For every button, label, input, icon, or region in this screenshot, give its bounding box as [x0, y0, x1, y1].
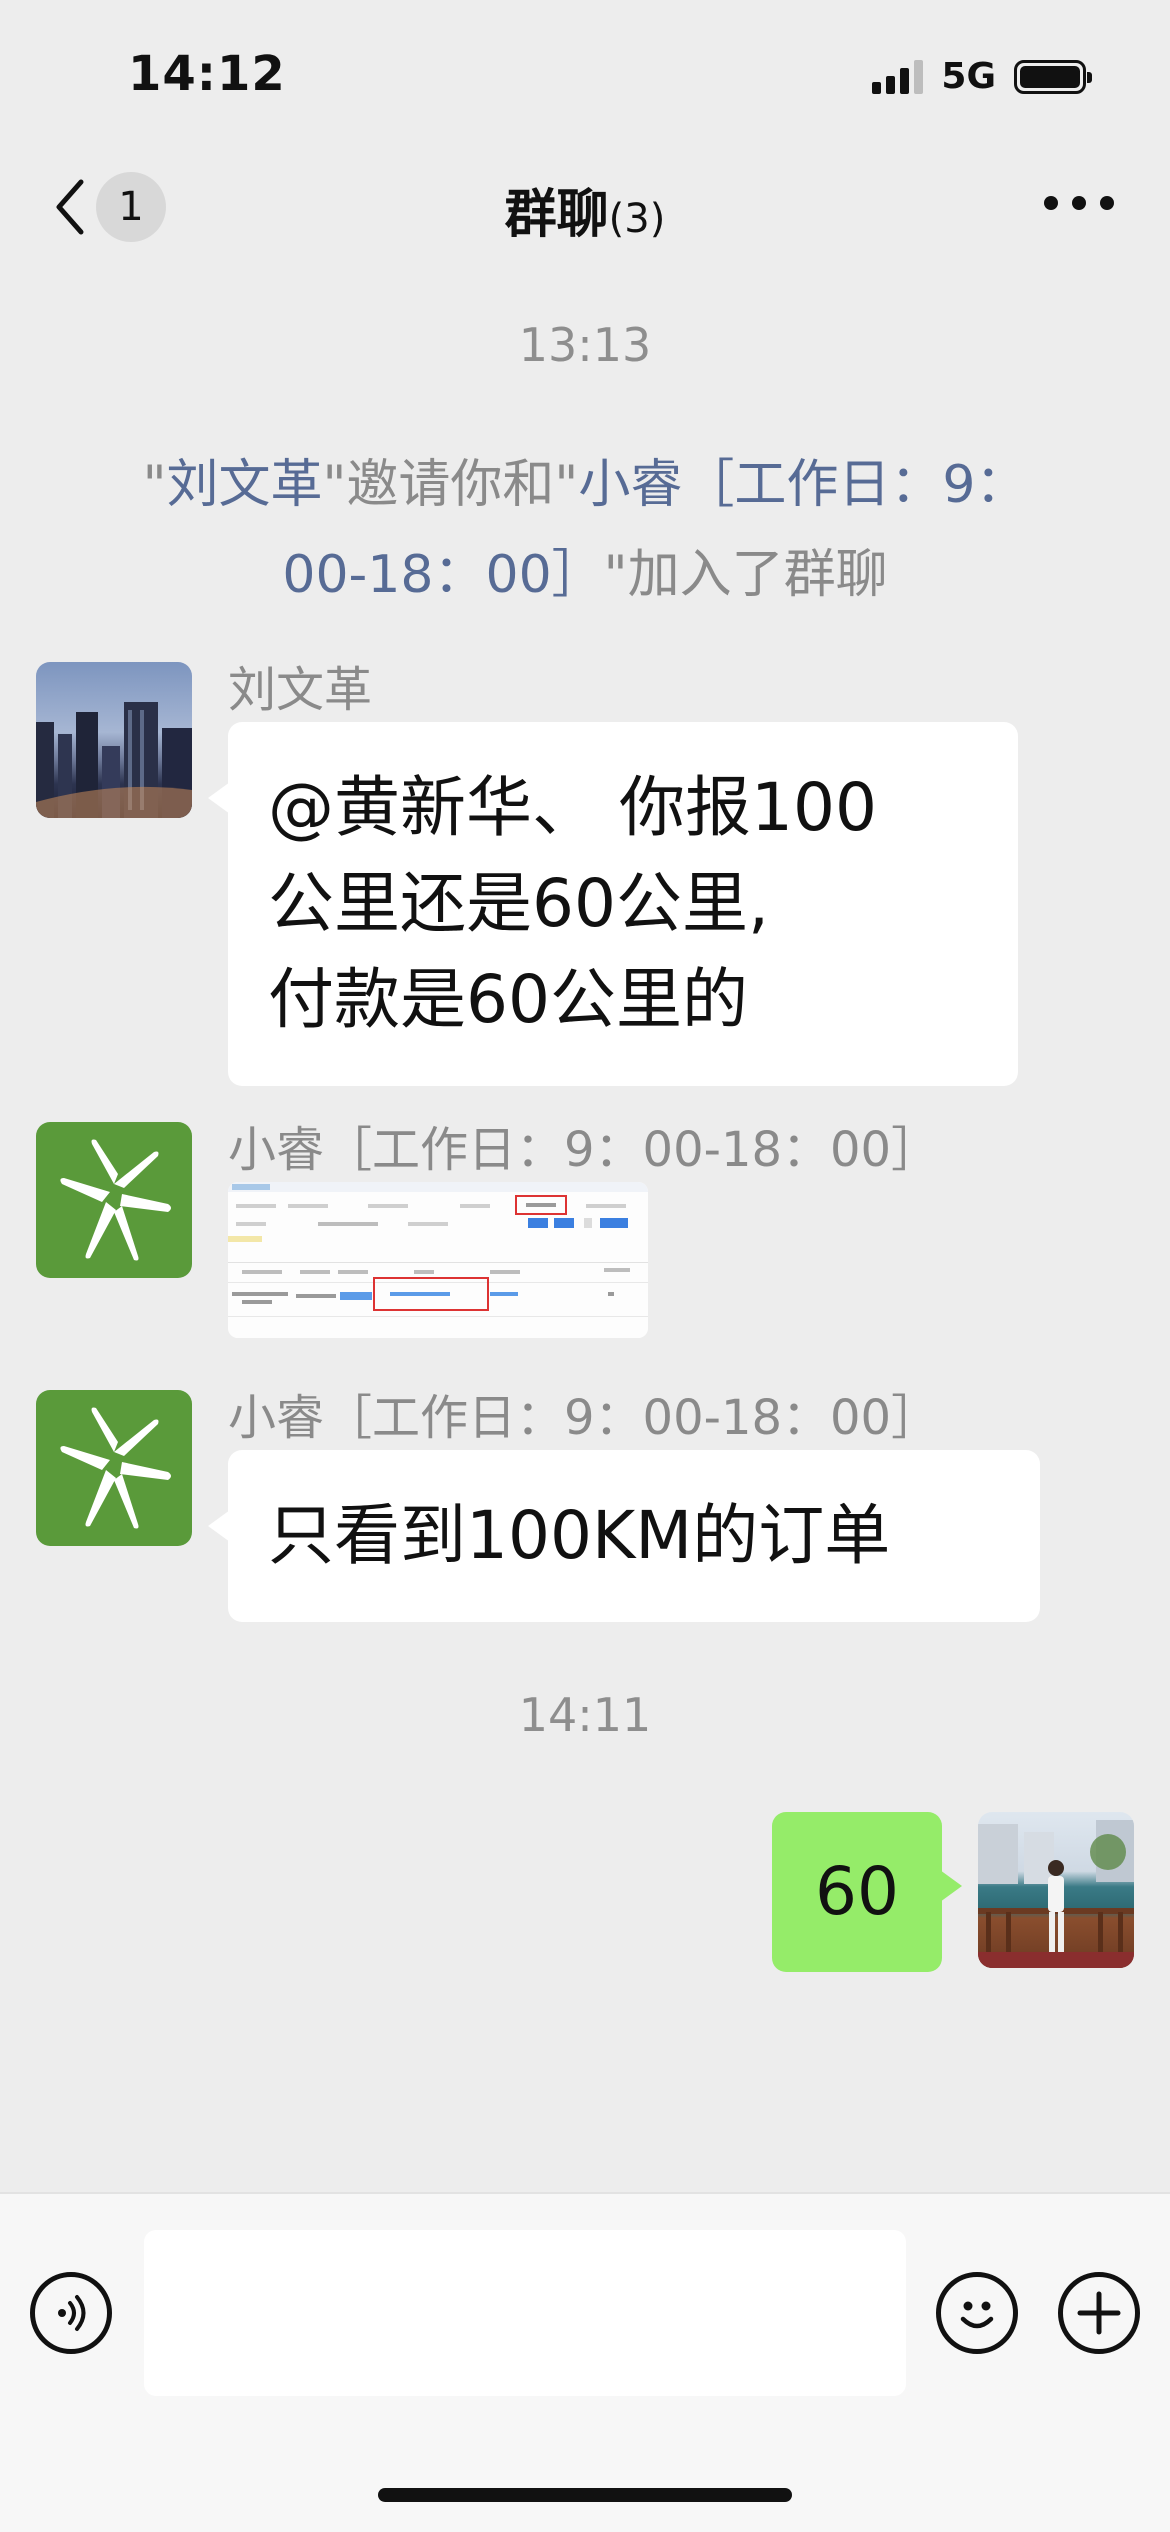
- image-message[interactable]: [228, 1182, 648, 1338]
- battery-icon: [1014, 59, 1092, 94]
- message-input[interactable]: [144, 2230, 906, 2396]
- my-message-bubble[interactable]: 60: [772, 1812, 962, 1972]
- status-time: 14:12: [128, 46, 286, 102]
- chat-title: 群聊(3): [0, 172, 1170, 247]
- system-invite-message: "刘文革"邀请你和"小睿［工作日：9：00-18：00］"加入了群聊: [142, 455, 1028, 605]
- sender-name: 刘文革: [228, 662, 373, 718]
- more-button[interactable]: [1044, 196, 1114, 210]
- plus-icon: [1077, 2291, 1121, 2335]
- message-bubble[interactable]: @黄新华、 你报100 公里还是60公里, 付款是60公里的: [208, 722, 1018, 1086]
- avatar[interactable]: [36, 662, 192, 818]
- home-indicator[interactable]: [378, 2488, 792, 2502]
- emoji-button[interactable]: [936, 2272, 1018, 2354]
- message-bubble[interactable]: 只看到100KM的订单: [208, 1450, 1040, 1622]
- screenshot-thumbnail: [228, 1182, 648, 1338]
- person-photo: [978, 1820, 1134, 1968]
- my-avatar[interactable]: [978, 1812, 1134, 1968]
- chat-screen: 14:12 5G 1 群聊(3) 13:13 "刘文革"邀请你和"小睿［工作日：…: [0, 0, 1170, 2532]
- voice-button[interactable]: [30, 2272, 112, 2354]
- inviter-name[interactable]: 刘文革: [166, 455, 322, 515]
- time-separator: 14:11: [518, 1688, 652, 1742]
- signal-icon: [872, 59, 924, 94]
- message-text: 只看到100KM的订单: [268, 1497, 891, 1574]
- leaf-logo-icon: [60, 1139, 171, 1261]
- voice-icon: [58, 2295, 86, 2331]
- network-type: 5G: [941, 56, 996, 97]
- sender-name: 小睿［工作日：9：00-18：00］: [228, 1122, 940, 1178]
- avatar[interactable]: [36, 1390, 192, 1546]
- plus-button[interactable]: [1058, 2272, 1140, 2354]
- message-line: 公里还是60公里,: [268, 865, 769, 942]
- sender-name: 小睿［工作日：9：00-18：00］: [228, 1390, 940, 1446]
- leaf-logo-icon: [60, 1407, 171, 1529]
- avatar[interactable]: [36, 1122, 192, 1278]
- member-count: (3): [608, 196, 666, 242]
- status-icons: 5G: [872, 56, 1092, 97]
- city-photo: [36, 702, 192, 818]
- message-line: @黄新华、 你报100: [268, 769, 877, 846]
- input-bar: [0, 2192, 1170, 2532]
- time-separator: 13:13: [518, 318, 652, 372]
- message-line: 付款是60公里的: [268, 961, 748, 1038]
- emoji-icon: [960, 2301, 994, 2329]
- ellipsis-icon: [1044, 196, 1058, 210]
- message-text: 60: [815, 1853, 899, 1930]
- chat-title-text: 群聊: [504, 185, 609, 245]
